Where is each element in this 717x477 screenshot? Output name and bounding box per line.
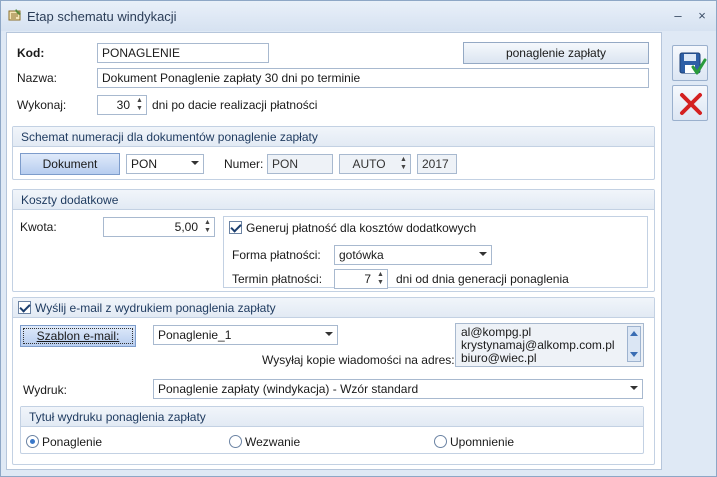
spinner-icon[interactable]: ▲ ▼ (202, 219, 213, 235)
list-item[interactable]: biuro@wiec.pl (461, 351, 537, 365)
termin-value: 7 (364, 272, 371, 286)
kod-input[interactable]: PONAGLENIE (97, 43, 269, 63)
szablon-combo[interactable]: Ponaglenie_1 (153, 325, 338, 345)
chevron-down-icon (630, 386, 638, 390)
generuj-checkbox[interactable] (229, 221, 242, 234)
form-panel: Kod: PONAGLENIE ponaglenie zapłaty Nazwa… (6, 32, 662, 470)
addresses-listbox[interactable]: al@kompg.pl krystynamaj@alkomp.com.pl bi… (455, 323, 644, 367)
spinner-icon[interactable]: ▲ ▼ (375, 271, 386, 287)
kwota-value: 5,00 (174, 220, 198, 234)
wydruk-combo[interactable]: Ponaglenie zapłaty (windykacja) - Wzór s… (153, 379, 643, 399)
szablon-button[interactable]: Szablon e-mail: (20, 325, 136, 347)
cancel-button[interactable] (672, 85, 708, 121)
addresses-scrollbar[interactable] (627, 326, 641, 362)
tytul-header: Tytuł wydruku ponaglenia zapłaty (21, 407, 643, 427)
generuj-subgroup: Generuj płatność dla kosztów dodatkowych… (223, 216, 648, 289)
numer-label: Numer: (224, 157, 264, 171)
symbol-value: PON (131, 157, 158, 171)
list-item[interactable]: krystynamaj@alkomp.com.pl (461, 338, 615, 352)
generuj-label: Generuj płatność dla kosztów dodatkowych (246, 221, 477, 235)
radio-upomnienie[interactable] (434, 435, 447, 448)
dialog-window: Etap schematu windykacji – × Kod: PONAGL… (0, 0, 717, 477)
termin-stepper[interactable]: 7 ▲ ▼ (334, 269, 388, 289)
close-button[interactable]: × (693, 7, 711, 25)
auto-stepper[interactable]: AUTO ▲ ▼ (339, 154, 411, 174)
forma-value: gotówka (339, 248, 384, 262)
kwota-label: Kwota: (20, 220, 57, 234)
forma-combo[interactable]: gotówka (334, 245, 492, 265)
radio-wezwanie[interactable] (229, 435, 242, 448)
nazwa-label: Nazwa: (17, 71, 58, 85)
wydruk-label: Wydruk: (23, 383, 67, 397)
kod-type-button[interactable]: ponaglenie zapłaty (463, 42, 649, 64)
email-group: Wyślij e-mail z wydrukiem ponaglenia zap… (12, 297, 655, 465)
radio-ponaglenie[interactable] (26, 435, 39, 448)
chevron-down-icon (325, 332, 333, 336)
numeracja-header: Schemat numeracji dla dokumentów ponagle… (13, 127, 654, 147)
kopie-label: Wysyłaj kopie wiadomości na adres: (262, 353, 455, 367)
app-icon (7, 8, 23, 24)
wykonaj-stepper[interactable]: 30 ▲ ▼ (97, 95, 147, 115)
save-disk-icon (679, 52, 707, 75)
radio-upomnienie-label: Upomnienie (450, 435, 515, 449)
koszty-group: Koszty dodatkowe Kwota: 5,00 ▲ ▼ Generuj … (12, 189, 655, 292)
chevron-down-icon (191, 161, 199, 165)
spinner-icon[interactable]: ▲ ▼ (134, 97, 145, 113)
termin-label: Termin płatności: (232, 272, 323, 286)
numer-field: PON (267, 154, 333, 174)
numeracja-title: Schemat numeracji dla dokumentów ponagle… (21, 130, 318, 144)
title-bar: Etap schematu windykacji – × (1, 1, 716, 31)
radio-ponaglenie-label: Ponaglenie (42, 435, 103, 449)
send-email-label: Wyślij e-mail z wydrukiem ponaglenia zap… (35, 301, 276, 315)
auto-value: AUTO (352, 157, 386, 171)
radio-wezwanie-label: Wezwanie (245, 435, 301, 449)
wydruk-value: Ponaglenie zapłaty (windykacja) - Wzór s… (158, 382, 419, 396)
window-title: Etap schematu windykacji (27, 9, 177, 24)
cancel-x-icon (680, 93, 702, 115)
minimize-button[interactable]: – (669, 7, 687, 25)
szablon-button-label: Szablon e-mail: (36, 329, 120, 343)
year-field: 2017 (417, 154, 457, 174)
scroll-down-icon[interactable] (630, 352, 638, 357)
wykonaj-value: 30 (116, 98, 130, 112)
kod-label: Kod: (17, 46, 45, 60)
nazwa-input[interactable]: Dokument Ponaglenie zapłaty 30 dni po te… (97, 68, 649, 88)
forma-label: Forma płatności: (232, 248, 321, 262)
dokument-button[interactable]: Dokument (20, 153, 120, 175)
tytul-title: Tytuł wydruku ponaglenia zapłaty (29, 410, 206, 424)
koszty-title: Koszty dodatkowe (21, 193, 119, 207)
chevron-down-icon (479, 252, 487, 256)
kwota-stepper[interactable]: 5,00 ▲ ▼ (103, 217, 215, 237)
spinner-icon[interactable]: ▲ ▼ (398, 156, 409, 172)
szablon-value: Ponaglenie_1 (158, 328, 232, 342)
koszty-header: Koszty dodatkowe (13, 190, 654, 210)
wykonaj-label: Wykonaj: (17, 98, 67, 112)
scroll-up-icon[interactable] (630, 331, 638, 336)
list-item[interactable]: al@kompg.pl (461, 325, 531, 339)
termin-suffix: dni od dnia generacji ponaglenia (396, 272, 569, 286)
numeracja-group: Schemat numeracji dla dokumentów ponagle… (12, 126, 655, 180)
wykonaj-suffix: dni po dacie realizacji płatności (152, 98, 318, 112)
send-email-checkbox[interactable] (18, 301, 31, 314)
symbol-combo[interactable]: PON (126, 154, 204, 174)
save-button[interactable] (672, 45, 708, 81)
email-header: Wyślij e-mail z wydrukiem ponaglenia zap… (13, 298, 654, 318)
tytul-group: Tytuł wydruku ponaglenia zapłaty Ponagle… (20, 406, 644, 454)
